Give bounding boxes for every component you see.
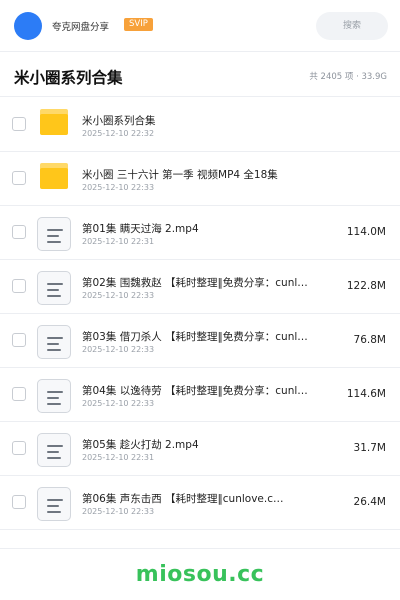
- select-checkbox[interactable]: [12, 279, 26, 293]
- file-date: 2025-12-10 22:33: [82, 291, 155, 300]
- file-name[interactable]: 第06集 声东击西 【耗时整理‖cunlove.c…: [82, 491, 327, 506]
- file-name[interactable]: 第02集 围魏救赵 【耗时整理‖免费分享：cunl…: [82, 275, 327, 290]
- title-bar: 米小圈系列合集 共 2405 项 · 33.9G: [0, 53, 400, 97]
- select-checkbox[interactable]: [12, 387, 26, 401]
- file-name[interactable]: 米小圈 三十六计 第一季 视频MP4 全18集: [82, 167, 327, 182]
- folder-icon: [40, 109, 68, 135]
- folder-row[interactable]: 米小圈 三十六计 第一季 视频MP4 全18集 2025-12-10 22:33: [0, 152, 400, 206]
- file-size: 114.6M: [346, 388, 386, 400]
- file-row[interactable]: 第06集 声东击西 【耗时整理‖cunlove.c… 2025-12-10 22:…: [0, 476, 400, 530]
- page-title: 米小圈系列合集: [14, 69, 123, 87]
- select-checkbox[interactable]: [12, 117, 26, 131]
- video-file-icon: [37, 487, 71, 521]
- file-row[interactable]: 第04集 以逸待劳 【耗时整理‖免费分享：cunl… 2025-12-10 22:…: [0, 368, 400, 422]
- file-size: 31.7M: [353, 442, 386, 454]
- file-stats: 共 2405 项 · 33.9G: [309, 72, 387, 82]
- file-size: 76.8M: [353, 334, 386, 346]
- file-date: 2025-12-10 22:33: [82, 507, 155, 516]
- select-checkbox[interactable]: [12, 495, 26, 509]
- file-size: 114.0M: [346, 226, 386, 238]
- watermark: miosou.cc: [135, 562, 265, 587]
- header: 夸克网盘分享 SVIP 搜索: [0, 0, 400, 52]
- select-checkbox[interactable]: [12, 171, 26, 185]
- user-name[interactable]: 夸克网盘分享: [52, 19, 109, 33]
- folder-icon: [40, 163, 68, 189]
- file-name[interactable]: 第01集 瞒天过海 2.mp4: [82, 221, 327, 236]
- svip-badge: SVIP: [124, 18, 153, 31]
- folder-row[interactable]: 米小圈系列合集 2025-12-10 22:32: [0, 98, 400, 152]
- file-name[interactable]: 第05集 趁火打劫 2.mp4: [82, 437, 327, 452]
- file-list: 米小圈系列合集 2025-12-10 22:32 米小圈 三十六计 第一季 视频MP…: [0, 98, 400, 530]
- select-checkbox[interactable]: [12, 225, 26, 239]
- video-file-icon: [37, 325, 71, 359]
- select-checkbox[interactable]: [12, 441, 26, 455]
- video-file-icon: [37, 433, 71, 467]
- file-row[interactable]: 第05集 趁火打劫 2.mp4 2025-12-10 22:31 31.7M: [0, 422, 400, 476]
- file-date: 2025-12-10 22:33: [82, 345, 155, 354]
- select-checkbox[interactable]: [12, 333, 26, 347]
- file-date: 2025-12-10 22:33: [82, 183, 155, 192]
- file-size: 122.8M: [346, 280, 386, 292]
- video-file-icon: [37, 217, 71, 251]
- file-row[interactable]: 第01集 瞒天过海 2.mp4 2025-12-10 22:31 114.0M: [0, 206, 400, 260]
- video-file-icon: [37, 271, 71, 305]
- file-row[interactable]: 第02集 围魏救赵 【耗时整理‖免费分享：cunl… 2025-12-10 22:…: [0, 260, 400, 314]
- file-date: 2025-12-10 22:32: [82, 129, 155, 138]
- file-name[interactable]: 第03集 借刀杀人 【耗时整理‖免费分享：cunl…: [82, 329, 327, 344]
- file-date: 2025-12-10 22:33: [82, 399, 155, 408]
- file-size: 26.4M: [353, 496, 386, 508]
- file-row[interactable]: 第03集 借刀杀人 【耗时整理‖免费分享：cunl… 2025-12-10 22:…: [0, 314, 400, 368]
- search-input[interactable]: 搜索: [316, 12, 388, 40]
- avatar[interactable]: [14, 12, 42, 40]
- video-file-icon: [37, 379, 71, 413]
- file-date: 2025-12-10 22:31: [82, 453, 155, 462]
- footer-divider: [0, 548, 400, 549]
- file-date: 2025-12-10 22:31: [82, 237, 155, 246]
- file-name[interactable]: 第04集 以逸待劳 【耗时整理‖免费分享：cunl…: [82, 383, 327, 398]
- file-name[interactable]: 米小圈系列合集: [82, 113, 327, 128]
